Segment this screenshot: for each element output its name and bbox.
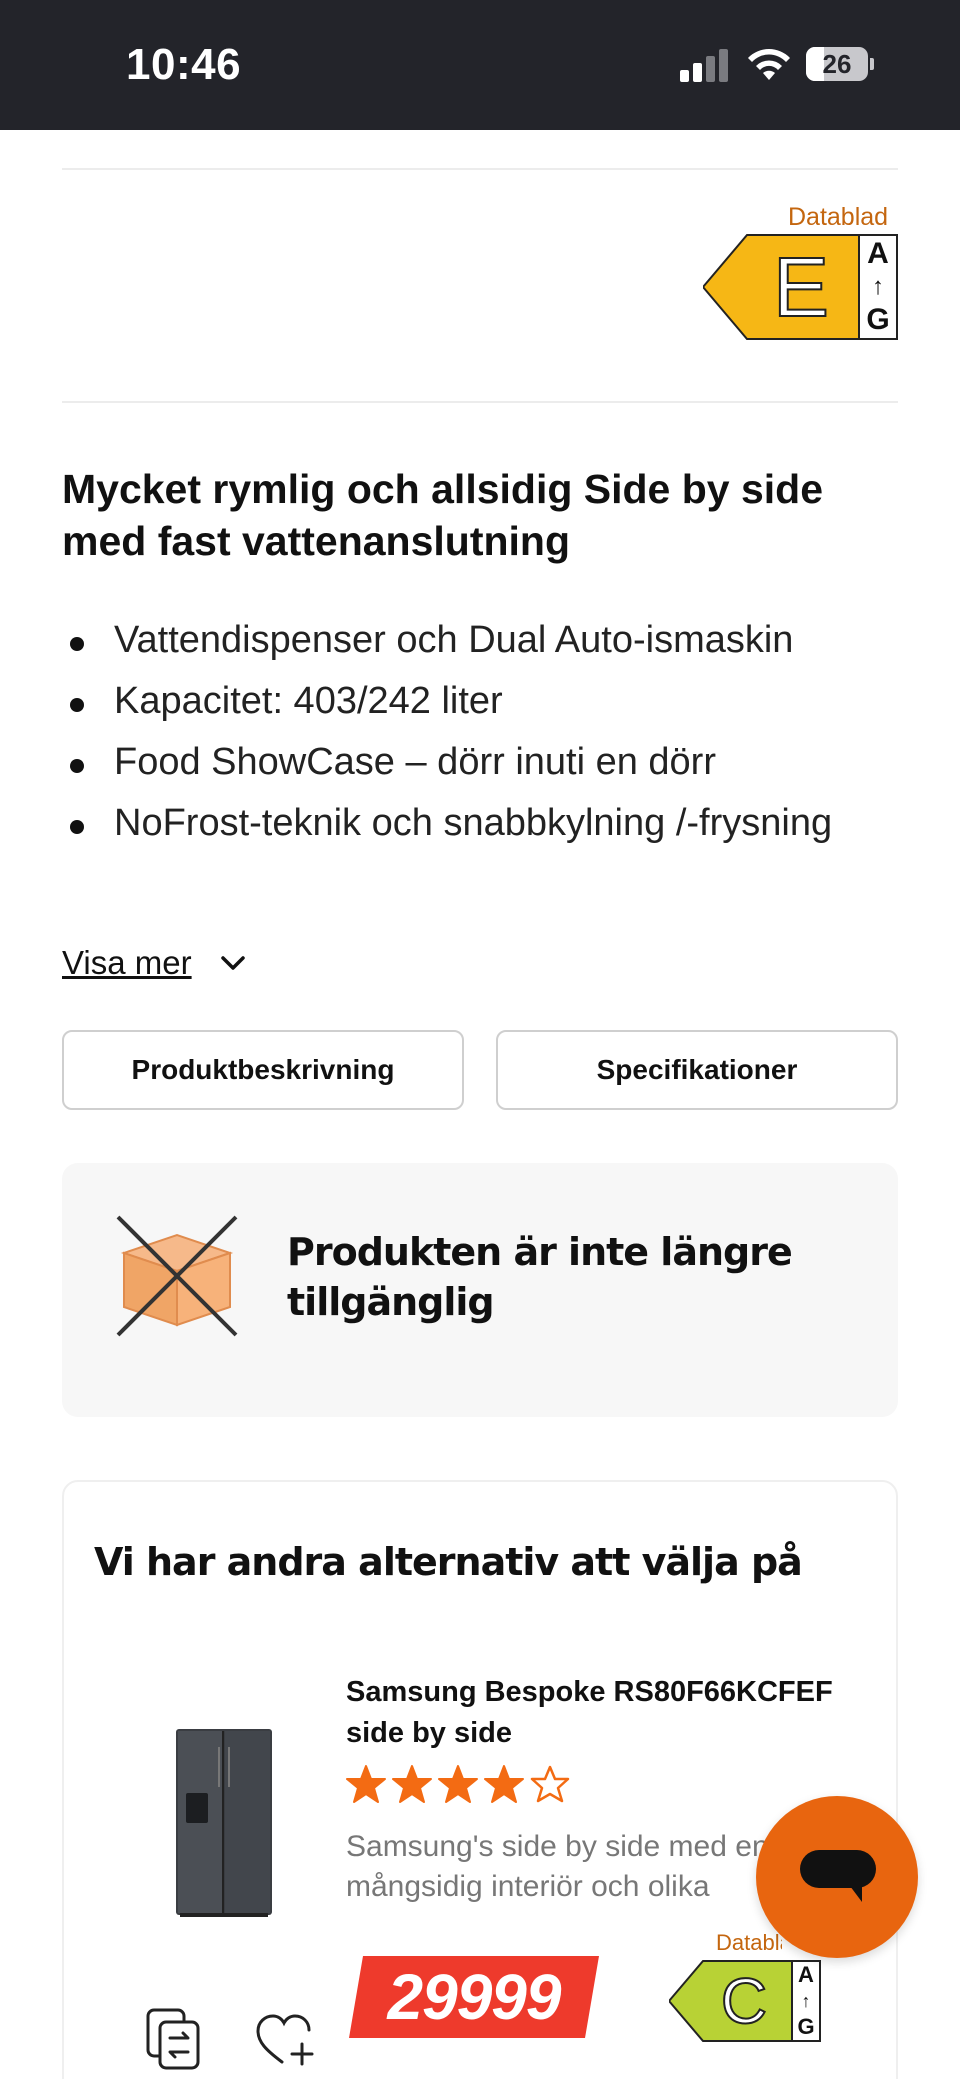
compare-icon[interactable] — [144, 2006, 204, 2072]
star-filled-icon — [346, 1765, 386, 1803]
status-bar: 10:46 26 — [0, 0, 960, 130]
rating-stars — [346, 1764, 570, 1804]
energy-scale: A ↑ G — [858, 234, 898, 340]
energy-label[interactable]: E A ↑ G — [703, 234, 898, 340]
description-line: mångsidig interiör och olika — [346, 1870, 710, 1903]
alternatives-title: Vi har andra alternativ att välja på — [94, 1540, 803, 1584]
description-line: Samsung's side by side med en — [346, 1830, 769, 1863]
energy-scale-arrow: ↑ — [872, 273, 884, 300]
divider — [62, 168, 898, 170]
energy-scale-bottom: G — [797, 2014, 815, 2039]
product-headline: Mycket rymlig och allsidig Side by side … — [62, 466, 824, 564]
feature-item: NoFrost-teknik och snabbkylning /-frysni… — [62, 793, 898, 854]
price-tag: 29999 — [349, 1956, 599, 2038]
energy-grade: C — [720, 1964, 768, 2038]
energy-grade: E — [772, 239, 830, 335]
battery-tip — [870, 58, 874, 70]
product-description-button[interactable]: Produktbeskrivning — [62, 1030, 464, 1110]
product-image[interactable] — [174, 1727, 274, 1919]
energy-scale-arrow: ↑ — [801, 1991, 811, 2011]
alternatives-card: Vi har andra alternativ att välja på Sam… — [62, 1480, 898, 2079]
divider — [62, 401, 898, 403]
energy-scale: A ↑ G — [791, 1960, 821, 2042]
chevron-down-icon[interactable] — [218, 948, 248, 978]
cellular-signal-icon — [680, 48, 730, 82]
chat-button[interactable] — [756, 1796, 918, 1958]
star-filled-icon — [438, 1765, 478, 1803]
feature-item: Vattendispenser och Dual Auto-ismaskin — [62, 610, 898, 671]
specifications-button[interactable]: Specifikationer — [496, 1030, 898, 1110]
battery-level: 26 — [822, 49, 852, 79]
wifi-icon — [748, 49, 790, 80]
favorite-heart-icon[interactable] — [254, 2012, 316, 2068]
chat-bubble-icon — [800, 1850, 876, 1902]
feature-item: Food ShowCase – dörr inuti en dörr — [62, 732, 898, 793]
alternative-product-name[interactable]: Samsung Bespoke RS80F66KCFEF side by sid… — [346, 1672, 846, 1754]
feature-list: Vattendispenser och Dual Auto-ismaskin K… — [62, 610, 898, 854]
show-more-link[interactable]: Visa mer — [62, 944, 192, 982]
star-filled-icon — [484, 1765, 524, 1803]
energy-label[interactable]: C A ↑ G — [669, 1960, 821, 2042]
star-empty-icon — [530, 1765, 570, 1803]
price-value: 29999 — [387, 1961, 562, 2033]
unavailable-message: Produkten är inte längre tillgänglig — [287, 1230, 793, 1324]
star-filled-icon — [392, 1765, 432, 1803]
energy-scale-top: A — [798, 1962, 814, 1987]
energy-scale-top: A — [867, 237, 889, 270]
crossed-box-icon — [116, 1215, 238, 1337]
feature-item: Kapacitet: 403/242 liter — [62, 671, 898, 732]
battery-icon: 26 — [806, 47, 868, 81]
status-time: 10:46 — [126, 40, 242, 89]
datablad-link[interactable]: Datablad — [716, 1930, 782, 1956]
energy-scale-bottom: G — [866, 303, 890, 336]
unavailable-notice: Produkten är inte längre tillgänglig — [62, 1163, 898, 1417]
datablad-link[interactable]: Datablad — [788, 203, 888, 232]
alternative-product-description: Samsung's side by side med en mångsidig … — [346, 1827, 786, 1907]
